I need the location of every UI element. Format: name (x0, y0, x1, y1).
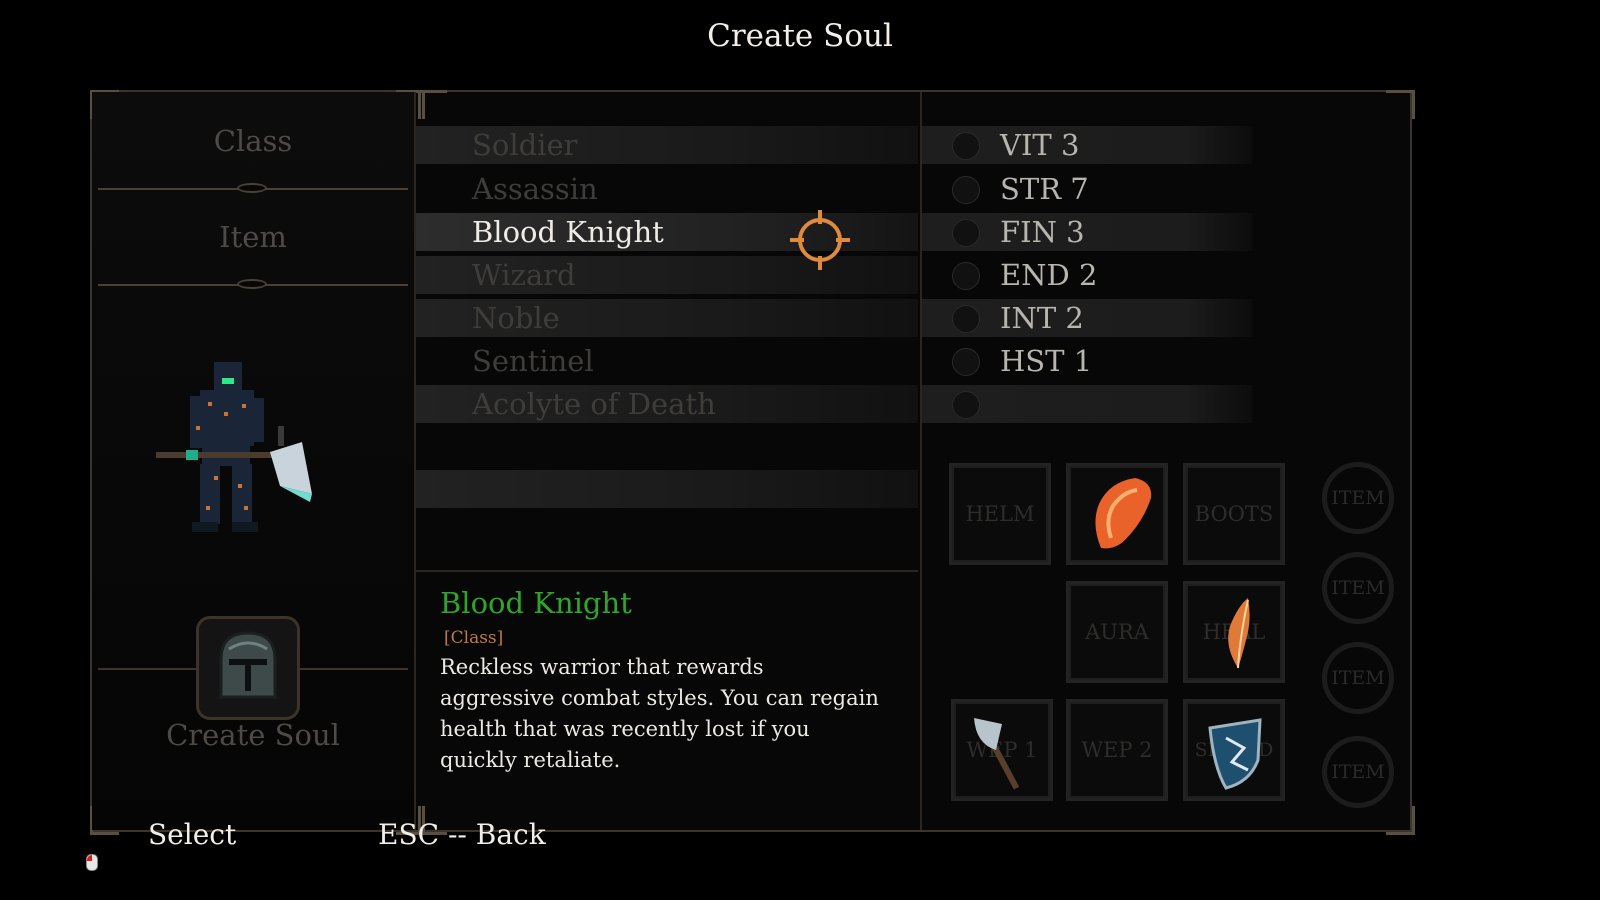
empty-row (416, 470, 918, 508)
brain-icon (952, 305, 980, 333)
slot-aura[interactable]: AURA (1066, 581, 1168, 683)
slot-armor[interactable] (1066, 463, 1168, 565)
class-option-label: Acolyte of Death (472, 387, 716, 421)
stat-int: INT 2 (922, 299, 1252, 337)
class-option-assassin[interactable]: Assassin (416, 170, 918, 208)
class-option-sentinel[interactable]: Sentinel (416, 342, 918, 380)
class-option-label: Soldier (472, 128, 578, 162)
divider (98, 183, 408, 193)
divider (300, 668, 408, 670)
stat-value: STR 7 (1000, 172, 1089, 206)
character-sprite (156, 362, 312, 532)
mouse-left-click-icon (86, 854, 98, 871)
slot-wep2[interactable]: WEP 2 (1066, 699, 1168, 801)
feather-icon (1228, 598, 1250, 669)
item-ring-slot[interactable]: ITEM (1322, 552, 1394, 624)
class-option-label: Wizard (472, 258, 576, 292)
menu-class[interactable]: Class (92, 124, 414, 158)
divider (98, 279, 408, 289)
item-ring-slot[interactable]: ITEM (1322, 736, 1394, 808)
description-text: Reckless warrior that rewards aggressive… (440, 655, 879, 772)
class-option-label: Noble (472, 301, 560, 335)
divider (98, 668, 196, 670)
stat-str: STR 7 (922, 170, 1252, 208)
stat-hst: HST 1 (922, 342, 1252, 380)
knight-helm-icon (219, 631, 277, 699)
stat-value: HST 1 (1000, 344, 1093, 378)
stat-value: END 2 (1000, 258, 1098, 292)
lungs-icon (952, 262, 980, 290)
shield-icon (1208, 718, 1262, 790)
stat-end: END 2 (922, 256, 1252, 294)
item-ring-slot[interactable]: ITEM (1322, 462, 1394, 534)
class-option-label: Sentinel (472, 344, 594, 378)
footer-back-hint[interactable]: ESC -- Back (378, 818, 546, 851)
slot-wep1[interactable]: WEP 1 (951, 699, 1053, 801)
stat-fin: FIN 3 (922, 213, 1252, 251)
slot-boots[interactable]: BOOTS (1183, 463, 1285, 565)
fist-icon (952, 176, 980, 204)
stat-value: INT 2 (1000, 301, 1084, 335)
description-title: Blood Knight (440, 586, 632, 620)
stat-value: FIN 3 (1000, 215, 1085, 249)
flame-cloak-icon (1095, 478, 1152, 549)
clock-icon (952, 348, 980, 376)
crossed-blades-icon (952, 219, 980, 247)
axe-icon (974, 718, 1020, 790)
menu-create-soul[interactable]: Create Soul (92, 718, 414, 752)
stat-empty (922, 385, 1252, 423)
slot-shield[interactable]: SHIELD (1183, 699, 1285, 801)
skull-icon (952, 391, 980, 419)
footer-select-hint: Select (148, 818, 237, 851)
stat-value: VIT 3 (1000, 128, 1080, 162)
slot-heal[interactable]: HEAL (1183, 581, 1285, 683)
class-option-soldier[interactable]: Soldier (416, 126, 918, 164)
description-tag: [Class] (444, 628, 504, 648)
item-ring-slot[interactable]: ITEM (1322, 642, 1394, 714)
slot-helm[interactable]: HELM (949, 463, 1051, 565)
class-option-acolyte-of-death[interactable]: Acolyte of Death (416, 385, 918, 423)
crosshair-cursor-icon (790, 210, 850, 270)
stat-vit: VIT 3 (922, 126, 1252, 164)
menu-item[interactable]: Item (92, 220, 414, 254)
page-title: Create Soul (707, 18, 893, 54)
heart-icon (952, 132, 980, 160)
class-option-label: Assassin (472, 172, 598, 206)
class-option-label: Blood Knight (472, 215, 664, 249)
class-option-noble[interactable]: Noble (416, 299, 918, 337)
class-description-panel: Blood Knight [Class] Reckless warrior th… (416, 570, 918, 832)
class-list: Soldier Assassin Blood Knight Wizard Nob… (416, 92, 918, 570)
create-soul-emblem[interactable] (196, 616, 300, 720)
left-panel: Class Item Create Soul (92, 92, 416, 830)
